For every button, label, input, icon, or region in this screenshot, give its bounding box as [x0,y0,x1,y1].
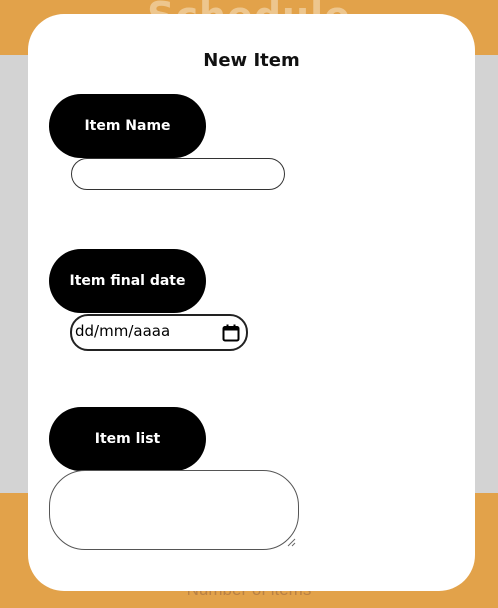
item-final-date-label: Item final date [49,249,206,313]
resize-handle-icon[interactable] [287,538,296,547]
item-list-label-text: Item list [94,431,161,447]
item-name-label-text: Item Name [84,118,171,134]
item-list-label: Item list [49,407,206,471]
item-final-date-label-text: Item final date [69,273,186,289]
item-final-date-input[interactable]: dd/mm/aaaa [70,314,248,351]
date-placeholder: dd/mm/aaaa [75,322,171,340]
item-name-input[interactable] [71,158,285,190]
calendar-icon[interactable] [222,324,240,342]
modal-title: New Item [203,50,300,71]
item-list-textarea[interactable] [49,470,299,550]
new-item-modal: New Item Item Name Item final date dd/mm… [28,14,475,591]
item-name-label: Item Name [49,94,206,158]
